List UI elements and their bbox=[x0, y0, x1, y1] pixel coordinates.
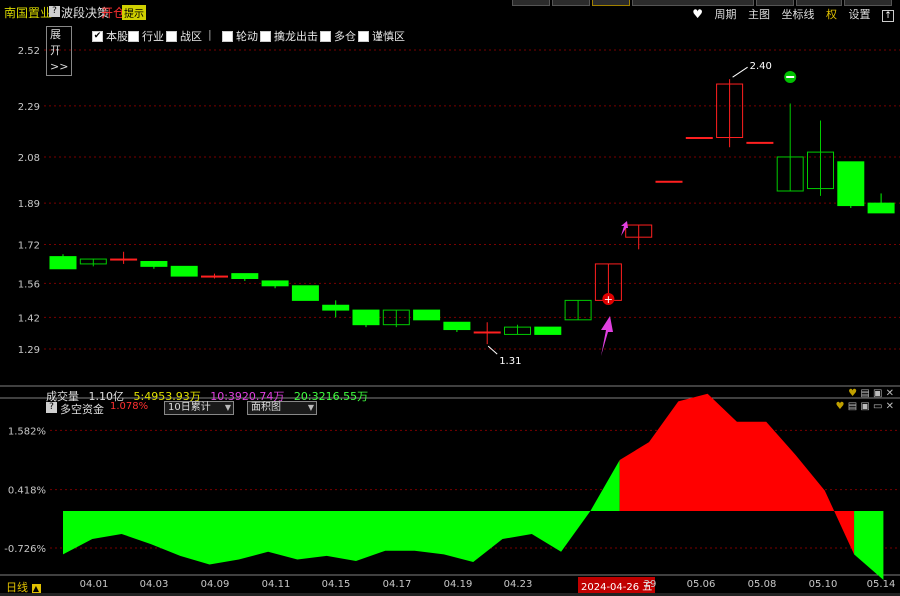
inflow-area bbox=[619, 393, 855, 555]
candle-body bbox=[140, 260, 168, 267]
date-label: 05.14 bbox=[866, 579, 896, 590]
candle-body bbox=[291, 285, 319, 301]
date-label: 05.08 bbox=[747, 579, 777, 590]
sell-signal-minus bbox=[786, 76, 795, 78]
chart-annotations: 2.40 1.31 + bbox=[487, 61, 797, 367]
high-price-label: 2.40 bbox=[750, 61, 772, 72]
price-tick-label: 1.29 bbox=[18, 345, 40, 356]
chevron-down-icon: ▼ bbox=[224, 403, 231, 412]
indicator-tick-label: -0.726% bbox=[4, 544, 46, 555]
heart-icon[interactable]: ♥ bbox=[836, 401, 845, 412]
candle-body bbox=[685, 137, 713, 140]
date-label: 04.03 bbox=[139, 579, 169, 590]
indicator-panel-icons: ♥ ▤ ▣ ▭ ✕ bbox=[836, 401, 894, 412]
low-price-label: 1.31 bbox=[499, 356, 521, 367]
candle-body bbox=[655, 180, 683, 183]
candle-body bbox=[473, 331, 501, 334]
price-tick-label: 1.56 bbox=[18, 279, 40, 290]
date-label: 04.01 bbox=[79, 579, 109, 590]
outflow-area bbox=[854, 511, 884, 580]
candle-body bbox=[534, 326, 562, 335]
price-tick-label: 2.52 bbox=[18, 46, 40, 57]
candle-body bbox=[322, 304, 350, 311]
candles bbox=[49, 79, 895, 345]
price-tick-label: 2.29 bbox=[18, 102, 40, 113]
indicator-value: 1.078% bbox=[110, 401, 149, 412]
grid-lines bbox=[44, 49, 900, 350]
date-label: 05.10 bbox=[808, 579, 838, 590]
indicator-area bbox=[63, 393, 884, 580]
date-label: 04.17 bbox=[382, 579, 412, 590]
candle-body bbox=[110, 258, 138, 261]
date-label: 04.09 bbox=[200, 579, 230, 590]
candle-body bbox=[413, 309, 441, 321]
volume-panel-icons: ♥ ▤ ▣ ✕ bbox=[848, 388, 894, 399]
trend-arrow-icon bbox=[621, 221, 628, 236]
period-select[interactable]: 10日累计 ▼ bbox=[164, 401, 234, 415]
price-tick-label: 2.08 bbox=[18, 153, 40, 164]
close-icon[interactable]: ✕ bbox=[886, 401, 894, 412]
candle-body bbox=[261, 280, 289, 287]
date-label: 04.23 bbox=[503, 579, 533, 590]
price-tick-label: 1.42 bbox=[18, 313, 40, 324]
heart-icon[interactable]: ♥ bbox=[848, 388, 857, 399]
panel-settings-icon[interactable]: ▤ bbox=[860, 388, 869, 399]
date-axis: 04.01 04.03 04.09 04.11 04.15 04.17 04.1… bbox=[0, 577, 900, 594]
high-pointer bbox=[732, 66, 748, 78]
indicator-tick-label: 0.418% bbox=[8, 486, 46, 497]
panel-icon[interactable]: ▭ bbox=[873, 401, 882, 412]
close-icon[interactable]: ✕ bbox=[886, 388, 894, 399]
buy-signal-plus: + bbox=[604, 293, 613, 306]
candle-body bbox=[746, 141, 774, 144]
indicator-axis: 1.582% 0.418% -0.726% bbox=[4, 426, 46, 555]
kline-chart[interactable]: 2.52 2.29 2.08 1.89 1.72 1.56 1.42 1.29 1.582% 0… bbox=[0, 0, 900, 596]
date-label: 04.11 bbox=[261, 579, 291, 590]
help-icon[interactable]: ? bbox=[46, 402, 57, 413]
indicator-name[interactable]: 多空资金 bbox=[60, 401, 104, 417]
price-tick-label: 1.89 bbox=[18, 199, 40, 210]
panel-settings-icon[interactable]: ▤ bbox=[848, 401, 857, 412]
price-axis: 2.52 2.29 2.08 1.89 1.72 1.56 1.42 1.29 bbox=[18, 46, 40, 356]
date-label: 04.19 bbox=[443, 579, 473, 590]
date-label: 05.06 bbox=[686, 579, 716, 590]
indicator-tick-label: 1.582% bbox=[8, 426, 46, 437]
panel-lock-icon[interactable]: ▣ bbox=[860, 401, 869, 412]
outflow-area bbox=[63, 460, 620, 565]
panel-lock-icon[interactable]: ▣ bbox=[873, 388, 882, 399]
low-pointer bbox=[487, 345, 498, 355]
candle-body bbox=[867, 202, 895, 214]
date-label: 29 bbox=[643, 579, 657, 590]
indicator-bar: ? 多空资金 1.078% 10日累计 ▼ 面积图 ▼ bbox=[46, 401, 886, 417]
candle-body bbox=[231, 273, 259, 280]
candle-body bbox=[352, 309, 380, 326]
candle-body bbox=[443, 321, 471, 331]
candle-body bbox=[49, 256, 77, 270]
date-label: 04.15 bbox=[321, 579, 351, 590]
style-select[interactable]: 面积图 ▼ bbox=[247, 401, 317, 415]
candle-body bbox=[170, 265, 198, 277]
price-tick-label: 1.72 bbox=[18, 240, 40, 251]
chevron-down-icon: ▼ bbox=[307, 403, 314, 412]
candle-body bbox=[201, 275, 228, 278]
buy-arrow-icon bbox=[601, 316, 613, 356]
candle-body bbox=[837, 161, 865, 207]
